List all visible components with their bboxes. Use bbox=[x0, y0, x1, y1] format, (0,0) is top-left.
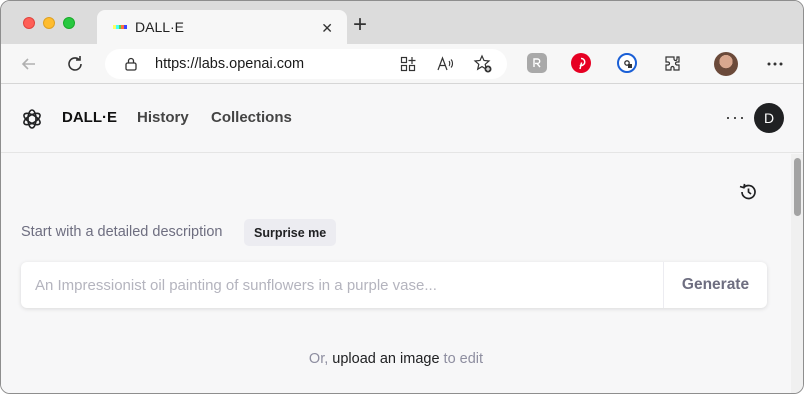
lock-icon[interactable] bbox=[125, 57, 137, 76]
pinterest-icon[interactable] bbox=[571, 53, 591, 73]
generate-button[interactable]: Generate bbox=[663, 262, 767, 308]
prompt-box: Generate bbox=[21, 262, 767, 308]
upload-suffix: to edit bbox=[439, 351, 484, 367]
browser-window: DALL·E ✕ + https://labs.openai.com DALL·… bbox=[0, 0, 804, 394]
tab-close-icon[interactable]: ✕ bbox=[321, 18, 333, 38]
nav-collections[interactable]: Collections bbox=[211, 109, 292, 126]
nav-history[interactable]: History bbox=[137, 109, 189, 126]
maximize-window-button[interactable] bbox=[63, 17, 75, 29]
nav-brand[interactable]: DALL·E bbox=[62, 109, 117, 126]
extensions-icon[interactable] bbox=[661, 52, 685, 76]
more-icon[interactable] bbox=[763, 52, 787, 76]
reader-view-icon[interactable] bbox=[398, 54, 418, 74]
tab-strip: DALL·E ✕ + bbox=[1, 1, 803, 44]
more-options-icon[interactable]: ··· bbox=[725, 107, 746, 128]
url-text[interactable]: https://labs.openai.com bbox=[155, 56, 304, 72]
close-window-button[interactable] bbox=[23, 17, 35, 29]
tab-dalle[interactable]: DALL·E ✕ bbox=[97, 10, 347, 44]
prompt-input[interactable] bbox=[21, 262, 663, 308]
add-favorite-icon[interactable] bbox=[473, 54, 493, 74]
upload-prefix: Or, bbox=[308, 351, 333, 367]
user-avatar[interactable]: D bbox=[754, 103, 784, 133]
dalle-favicon-icon bbox=[113, 25, 127, 29]
history-icon[interactable] bbox=[738, 182, 758, 202]
refresh-icon[interactable] bbox=[63, 52, 87, 76]
tab-title: DALL·E bbox=[135, 19, 185, 35]
prompt-label: Start with a detailed description bbox=[21, 224, 223, 240]
surprise-me-button[interactable]: Surprise me bbox=[244, 219, 337, 246]
address-bar[interactable]: https://labs.openai.com bbox=[105, 49, 507, 79]
extension-r-icon[interactable] bbox=[527, 53, 547, 73]
browser-toolbar: https://labs.openai.com bbox=[1, 44, 803, 84]
main-content: Start with a detailed description Surpri… bbox=[1, 154, 791, 393]
profile-avatar[interactable] bbox=[714, 52, 738, 76]
upload-image-link[interactable]: upload an image bbox=[332, 351, 439, 367]
scroll-thumb[interactable] bbox=[794, 158, 801, 216]
back-icon[interactable] bbox=[17, 52, 41, 76]
openai-logo-icon[interactable] bbox=[21, 108, 43, 130]
password-manager-icon[interactable] bbox=[617, 53, 637, 73]
new-tab-button[interactable]: + bbox=[353, 13, 367, 37]
app-header: DALL·E History Collections ··· D bbox=[1, 85, 803, 153]
upload-line: Or, upload an image to edit bbox=[1, 351, 791, 367]
minimize-window-button[interactable] bbox=[43, 17, 55, 29]
read-aloud-icon[interactable] bbox=[435, 54, 455, 74]
scrollbar[interactable] bbox=[791, 154, 803, 393]
